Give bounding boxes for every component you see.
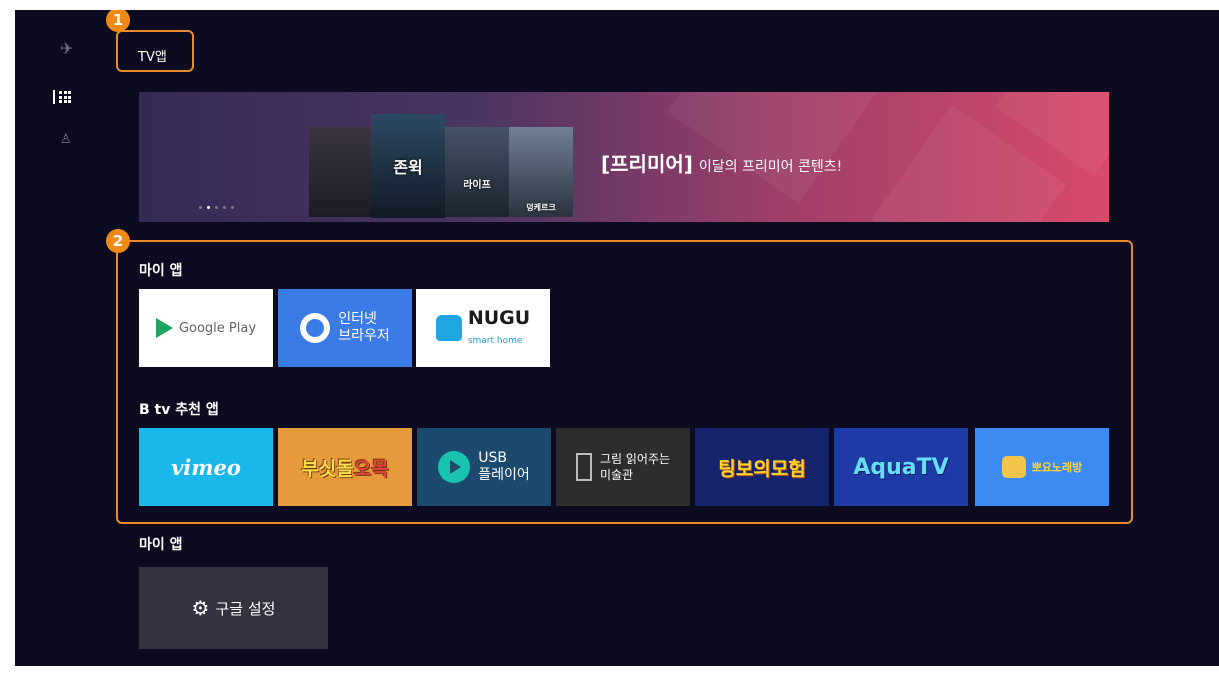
promo-subtitle: 이달의 프리미어 콘텐츠! — [698, 159, 843, 175]
tv-screen: ✈ ♙ TV앱 1 존윅 라이프 덩케르크 [프리미어] 이달의 프리미어 콘텐츠… — [15, 10, 1219, 666]
my-apps-title: 마이 앱 — [139, 263, 183, 279]
active-indicator — [53, 90, 55, 104]
nav-apps-active[interactable] — [53, 90, 71, 104]
app-usb-player[interactable]: USB 플레이어 — [417, 428, 551, 506]
gear-icon: ⚙ — [191, 596, 210, 620]
person-icon[interactable]: ♙ — [60, 132, 72, 148]
app-label-line2: 플레이어 — [478, 467, 530, 483]
busut-label: 부싯돌 — [301, 457, 354, 480]
frame-icon — [575, 453, 592, 481]
app-label: 뽀요노래방 — [1031, 461, 1083, 474]
settings-label: 구글 설정 — [215, 599, 276, 618]
google-settings-button[interactable]: ⚙ 구글 설정 — [139, 567, 328, 649]
marker-1: 1 — [106, 10, 130, 32]
nugu-sub: smart home — [467, 336, 523, 346]
btv-apps-title: B tv 추천 앱 — [139, 402, 219, 418]
globe-icon — [300, 313, 331, 343]
app-label: Google Play — [178, 320, 257, 336]
marker-2: 2 — [106, 229, 130, 253]
grid-icon — [59, 91, 71, 103]
app-internet-browser[interactable]: 인터넷 브라우저 — [278, 289, 412, 367]
app-label-line2: 미술관 — [599, 468, 634, 482]
poster-life[interactable]: 라이프 — [445, 127, 509, 217]
app-label-line1: 인터넷 — [338, 311, 377, 327]
google-play-icon — [155, 318, 173, 338]
poster[interactable] — [309, 127, 375, 217]
omok-label: 오목 — [353, 457, 389, 480]
nugu-house-icon — [435, 315, 462, 341]
app-label-line2: 브라우저 — [338, 328, 390, 344]
page-title: TV앱 — [138, 50, 167, 65]
nugu-label: NUGU — [467, 307, 531, 329]
premiere-badge: [프리미어] — [601, 152, 693, 176]
app-busut-omok[interactable]: 부싯돌 오목 — [278, 428, 412, 506]
play-icon — [438, 451, 471, 483]
my-apps-title-2: 마이 앱 — [139, 537, 183, 553]
app-tingbo[interactable]: 팅보의모험 — [695, 428, 829, 506]
app-nugu[interactable]: NUGU smart home — [416, 289, 550, 367]
airplane-icon[interactable]: ✈ — [60, 41, 73, 57]
carousel-dots[interactable] — [199, 206, 234, 209]
poster-dunkirk[interactable]: 덩케르크 — [509, 127, 573, 217]
app-google-play[interactable]: Google Play — [139, 289, 273, 367]
app-vimeo[interactable]: vimeo — [139, 428, 273, 506]
app-label-line1: USB — [478, 450, 507, 466]
app-ppo-karaoke[interactable]: 뽀요노래방 — [975, 428, 1109, 506]
app-aquatv[interactable]: AquaTV — [834, 428, 968, 506]
poster-john-wick[interactable]: 존윅 — [371, 114, 445, 218]
app-art-gallery[interactable]: 그림 읽어주는 미술관 — [556, 428, 690, 506]
premiere-banner[interactable]: 존윅 라이프 덩케르크 [프리미어] 이달의 프리미어 콘텐츠! — [139, 92, 1109, 222]
promo-text: [프리미어] 이달의 프리미어 콘텐츠! — [601, 148, 842, 177]
pororo-icon — [1001, 456, 1026, 478]
app-label-line1: 그림 읽어주는 — [599, 452, 671, 466]
